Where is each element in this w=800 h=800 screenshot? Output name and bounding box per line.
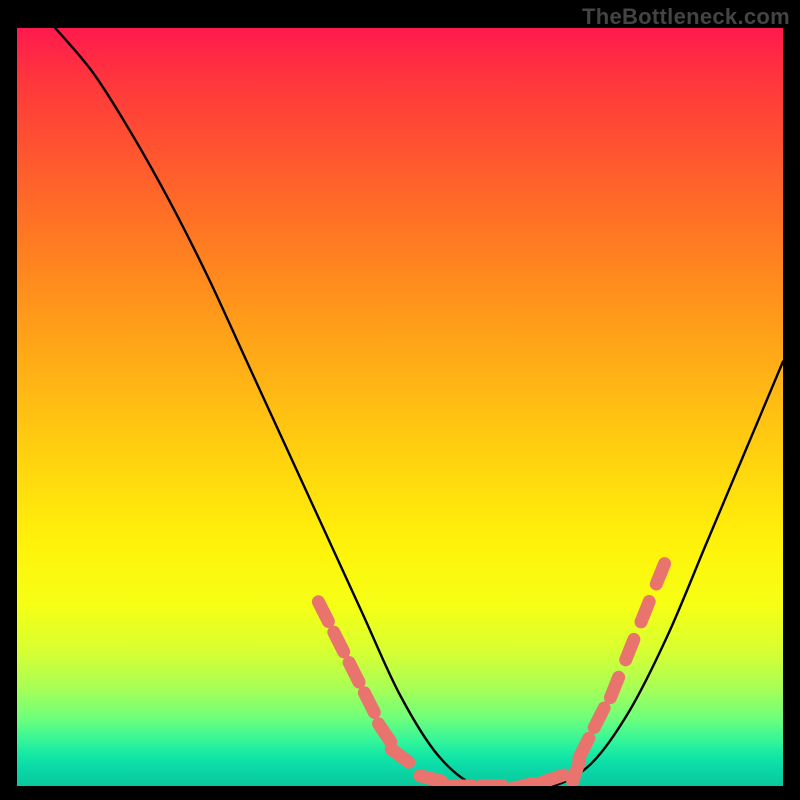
marker-pill	[349, 663, 359, 683]
marker-pill	[318, 602, 328, 622]
marker-pill	[610, 677, 618, 697]
marker-pill	[626, 639, 634, 659]
curve-svg	[17, 28, 783, 786]
chart-frame: TheBottleneck.com	[0, 0, 800, 800]
marker-pill	[420, 776, 441, 781]
watermark-text: TheBottleneck.com	[582, 4, 790, 30]
marker-pill	[594, 708, 604, 728]
marker-pill	[334, 632, 344, 652]
marker-pill	[379, 724, 391, 742]
marker-pill	[543, 775, 564, 782]
marker-pill	[656, 564, 664, 584]
marker-pill	[364, 693, 374, 713]
bottleneck-curve	[55, 28, 783, 786]
marker-pill	[391, 749, 409, 762]
marker-pill	[641, 602, 649, 622]
gradient-plot-area	[17, 28, 783, 786]
curve-markers	[318, 564, 664, 786]
marker-pill	[512, 783, 533, 786]
marker-pill	[579, 738, 589, 758]
